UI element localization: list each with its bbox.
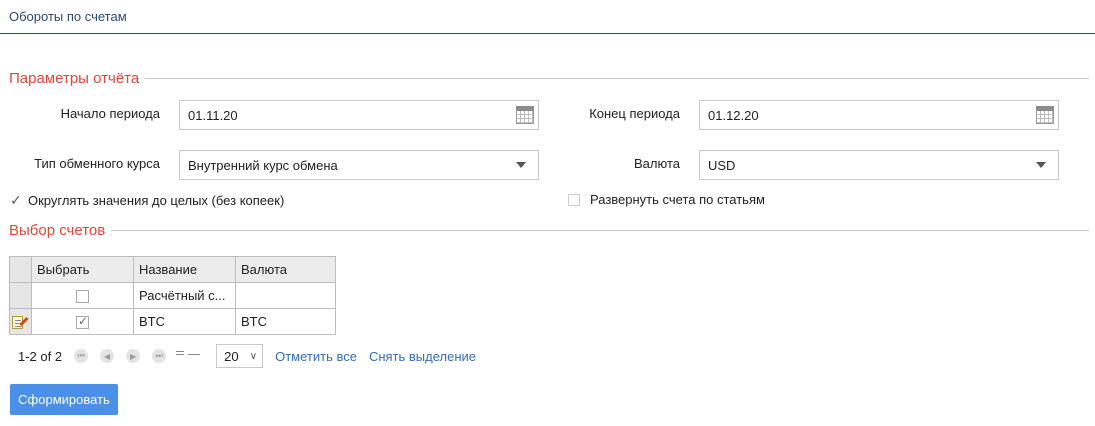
report-params-legend-text: Параметры отчёта xyxy=(9,69,140,87)
page-size-value: 20 xyxy=(224,348,239,364)
generate-report-button[interactable]: Сформировать xyxy=(10,384,118,415)
pager: 1-2 of 2 ⏮ ◀ ▶ ⏭ 20 ∨ Отметить все Снять… xyxy=(18,344,476,368)
row-header xyxy=(9,282,32,309)
rate-type-label: Тип обменного курса xyxy=(34,156,160,171)
column-header-currency[interactable]: Валюта xyxy=(235,256,336,283)
legend-rule xyxy=(111,229,1089,231)
page-size-select[interactable]: 20 ∨ xyxy=(216,344,264,368)
next-page-icon[interactable]: ▶ xyxy=(126,349,141,363)
prev-page-icon[interactable]: ◀ xyxy=(100,349,115,363)
rate-type-select[interactable]: Внутренний курс обмена xyxy=(179,150,539,180)
table-row[interactable]: BTC BTC xyxy=(9,308,336,335)
row-header[interactable] xyxy=(9,308,32,335)
end-date-field[interactable]: 01.12.20 xyxy=(699,100,1059,130)
table-header-row: Выбрать Название Валюта xyxy=(9,256,336,283)
edit-icon[interactable] xyxy=(12,315,29,330)
start-date-label: Начало периода xyxy=(60,106,160,121)
header-divider xyxy=(0,33,1095,34)
accounts-legend: Выбор счетов xyxy=(9,221,1089,239)
round-values-checkbox[interactable]: ✓ Округлять значения до целых (без копее… xyxy=(10,192,284,209)
column-header-name[interactable]: Название xyxy=(133,256,236,283)
currency-value: USD xyxy=(708,157,736,173)
column-header-select[interactable]: Выбрать xyxy=(31,256,134,283)
name-cell: BTC xyxy=(133,308,236,335)
accounts-table: Выбрать Название Валюта Расчётный с... B… xyxy=(9,256,336,335)
expand-accounts-checkbox[interactable]: Развернуть счета по статьям xyxy=(568,192,765,207)
last-page-icon[interactable]: ⏭ xyxy=(152,349,167,363)
start-date-field[interactable]: 01.11.20 xyxy=(179,100,539,130)
row-header-corner xyxy=(9,256,32,283)
check-icon: ✓ xyxy=(10,192,22,208)
table-row[interactable]: Расчётный с... xyxy=(9,282,336,309)
report-params-legend: Параметры отчёта xyxy=(9,69,1089,87)
select-cell[interactable] xyxy=(31,282,134,309)
deselect-link[interactable]: Снять выделение xyxy=(369,349,476,364)
first-page-icon[interactable]: ⏮ xyxy=(74,349,89,363)
page-size-lines-icon xyxy=(176,351,202,361)
end-date-value: 01.12.20 xyxy=(708,107,759,123)
currency-cell: BTC xyxy=(235,308,336,335)
name-cell: Расчётный с... xyxy=(133,282,236,309)
select-all-link[interactable]: Отметить все xyxy=(275,349,357,364)
round-values-label: Округлять значения до целых (без копеек) xyxy=(28,193,285,208)
pager-range: 1-2 of 2 xyxy=(18,348,63,364)
chevron-down-icon: ∨ xyxy=(249,350,258,362)
dropdown-arrow-icon xyxy=(1036,162,1046,168)
row-checkbox[interactable] xyxy=(76,290,89,304)
dropdown-arrow-icon xyxy=(516,162,526,168)
checkbox-box[interactable] xyxy=(568,193,580,206)
select-cell[interactable] xyxy=(31,308,134,335)
accounts-legend-text: Выбор счетов xyxy=(9,221,106,239)
page-title: Обороты по счетам xyxy=(9,9,127,24)
currency-select[interactable]: USD xyxy=(699,150,1059,180)
start-date-value: 01.11.20 xyxy=(188,107,238,123)
rate-type-value: Внутренний курс обмена xyxy=(188,157,338,173)
expand-accounts-label: Развернуть счета по статьям xyxy=(590,192,765,207)
legend-rule xyxy=(145,77,1089,79)
end-date-label: Конец периода xyxy=(589,106,680,121)
currency-label: Валюта xyxy=(634,156,680,171)
currency-cell xyxy=(235,282,336,309)
row-checkbox[interactable] xyxy=(76,314,89,330)
calendar-icon[interactable] xyxy=(516,106,534,124)
calendar-icon[interactable] xyxy=(1036,106,1054,124)
